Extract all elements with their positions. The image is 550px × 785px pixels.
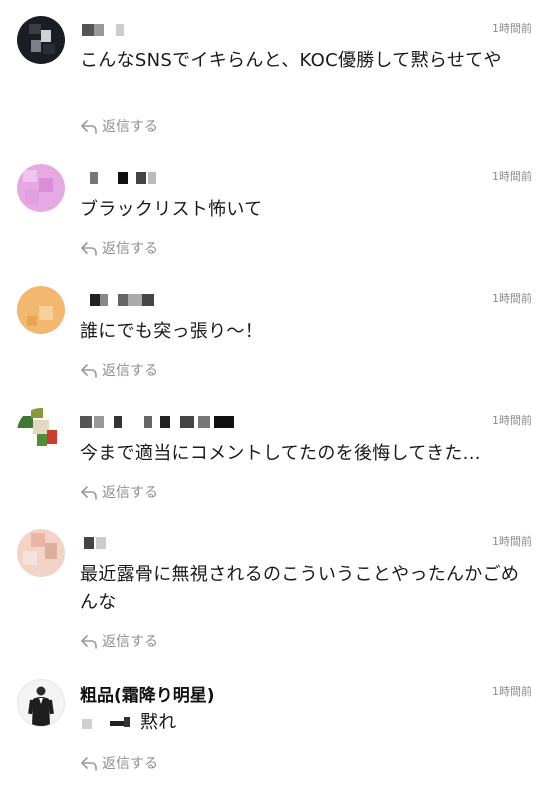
comment-text-row: 黙れ <box>80 709 530 737</box>
reply-button[interactable]: 返信する <box>80 360 158 380</box>
reply-label: 返信する <box>102 756 158 772</box>
reply-arrow-icon <box>81 486 97 500</box>
mention-redacted <box>80 716 132 730</box>
person-photo-icon <box>28 686 54 726</box>
username-redacted <box>80 20 240 40</box>
user-avatar[interactable] <box>17 164 65 212</box>
reply-button[interactable]: 返信する <box>80 482 158 502</box>
user-avatar[interactable] <box>17 16 65 64</box>
username-redacted <box>80 412 250 432</box>
reply-label: 返信する <box>102 363 158 379</box>
comment-item: 1時間前 今まで適当にコメントしてたのを後悔してきた... 返信する <box>0 408 550 508</box>
comment-feed: 1時間前 こんなSNSでイキらんと、KOC優勝して黙らせてや 返信する 1時間前 <box>0 0 550 785</box>
comment-time: 1時間前 <box>492 414 532 427</box>
comment-text: 黙れ <box>140 712 177 733</box>
comment-time: 1時間前 <box>492 292 532 305</box>
comment-item: 1時間前 誰にでも突っ張り〜！ 返信する <box>0 286 550 386</box>
user-avatar[interactable] <box>17 679 65 727</box>
comment-time: 1時間前 <box>492 535 532 548</box>
reply-button[interactable]: 返信する <box>80 116 158 136</box>
comment-text: こんなSNSでイキらんと、KOC優勝して黙らせてや <box>80 50 502 71</box>
username-redacted <box>80 290 240 310</box>
comment-item: 1時間前 最近露骨に無視されるのこういうことやったんかごめんな 返信する <box>0 529 550 659</box>
reply-button[interactable]: 返信する <box>80 631 158 651</box>
comment-time: 1時間前 <box>492 22 532 35</box>
comment-item: 1時間前 ブラックリスト怖いて 返信する <box>0 164 550 264</box>
user-avatar[interactable] <box>17 529 65 577</box>
reply-button[interactable]: 返信する <box>80 238 158 258</box>
comment-item: 1時間前 こんなSNSでイキらんと、KOC優勝して黙らせてや 返信する <box>0 16 550 146</box>
reply-arrow-icon <box>81 757 97 771</box>
username-redacted <box>80 168 240 188</box>
reply-label: 返信する <box>102 485 158 501</box>
reply-label: 返信する <box>102 119 158 135</box>
comment-item: 粗品(霜降り明星) 1時間前 黙れ 返信する <box>0 679 550 779</box>
comment-text: 誰にでも突っ張り〜！ <box>80 321 263 342</box>
comment-text: 最近露骨に無視されるのこういうことやったんかごめんな <box>80 564 520 613</box>
reply-arrow-icon <box>81 242 97 256</box>
comment-time: 1時間前 <box>492 170 532 183</box>
user-avatar[interactable] <box>17 408 65 456</box>
reply-arrow-icon <box>81 364 97 378</box>
user-avatar[interactable] <box>17 286 65 334</box>
comment-text: ブラックリスト怖いて <box>80 199 263 220</box>
reply-label: 返信する <box>102 241 158 257</box>
comment-time: 1時間前 <box>492 685 532 698</box>
username-redacted <box>80 533 240 553</box>
reply-arrow-icon <box>81 635 97 649</box>
reply-arrow-icon <box>81 120 97 134</box>
reply-label: 返信する <box>102 634 158 650</box>
username[interactable]: 粗品(霜降り明星) <box>80 681 215 706</box>
reply-button[interactable]: 返信する <box>80 753 158 773</box>
comment-text: 今まで適当にコメントしてたのを後悔してきた... <box>80 443 481 464</box>
